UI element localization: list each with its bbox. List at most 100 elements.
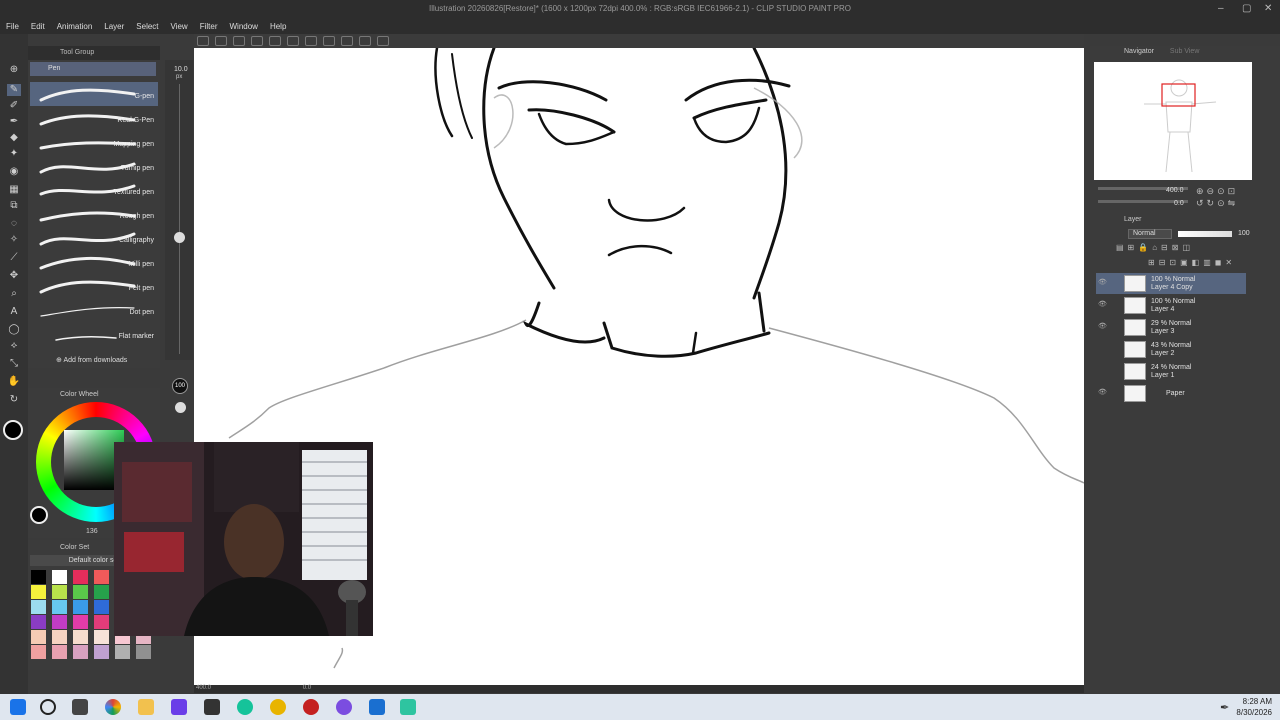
layer-tab[interactable]: Layer bbox=[1124, 216, 1142, 223]
menu-file[interactable]: File bbox=[6, 22, 19, 31]
layer-visibility-icon[interactable]: 👁 bbox=[1098, 300, 1107, 308]
color-swatch[interactable] bbox=[94, 585, 109, 599]
color-swatch[interactable] bbox=[73, 645, 88, 659]
pen-tray-icon[interactable]: ✒ bbox=[1220, 701, 1229, 714]
add-from-downloads-button[interactable]: ⊕ Add from downloads bbox=[56, 356, 127, 364]
ruler-tool-icon[interactable]: ⟡ bbox=[7, 340, 21, 352]
transform-icon[interactable] bbox=[323, 36, 335, 46]
menu-select[interactable]: Select bbox=[136, 22, 158, 31]
brush-item[interactable]: G-pen bbox=[30, 82, 158, 106]
layer-row[interactable]: 👁 Paper bbox=[1096, 383, 1246, 404]
color-swatch[interactable] bbox=[136, 645, 151, 659]
brush-size-track[interactable] bbox=[179, 84, 180, 354]
pen-tool-icon[interactable]: ✎ bbox=[7, 84, 21, 96]
color-swatch[interactable] bbox=[115, 645, 130, 659]
gradient-tool-icon[interactable]: ▦ bbox=[7, 184, 21, 196]
open-icon[interactable] bbox=[215, 36, 227, 46]
ruler-icon[interactable] bbox=[377, 36, 389, 46]
clear-icon[interactable] bbox=[287, 36, 299, 46]
status-angle[interactable]: 0.0 bbox=[303, 685, 311, 691]
color-swatch[interactable] bbox=[73, 600, 88, 614]
brush-item[interactable]: Real G-Pen bbox=[30, 106, 158, 130]
color-swatch[interactable] bbox=[31, 630, 46, 644]
menu-layer[interactable]: Layer bbox=[104, 22, 124, 31]
operation-icon[interactable]: ⌕ bbox=[7, 288, 21, 300]
chrome-icon[interactable] bbox=[105, 699, 121, 715]
auto-select-icon[interactable]: ✧ bbox=[7, 234, 21, 246]
brush-item[interactable]: Rough pen bbox=[30, 202, 158, 226]
brush-item[interactable]: Milli pen bbox=[30, 250, 158, 274]
hand-tool-icon[interactable]: ✋ bbox=[7, 376, 21, 388]
color-swatch[interactable] bbox=[31, 600, 46, 614]
opacity-handle[interactable] bbox=[175, 402, 186, 413]
color-swatch[interactable] bbox=[94, 630, 109, 644]
menu-animation[interactable]: Animation bbox=[57, 22, 93, 31]
app-dark-icon[interactable] bbox=[204, 699, 220, 715]
grammarly-icon[interactable] bbox=[237, 699, 253, 715]
layer-row[interactable]: 43 % Normal Layer 2 bbox=[1096, 339, 1246, 360]
minimize-icon[interactable]: – bbox=[1218, 3, 1224, 14]
layer-row[interactable]: 👁 100 % Normal Layer 4 Copy bbox=[1096, 273, 1246, 294]
layer-row[interactable]: 👁 29 % Normal Layer 3 bbox=[1096, 317, 1246, 338]
layer-actions[interactable]: ⊞⊟⊡▣◧▥◼✕ bbox=[1148, 258, 1236, 267]
move-tool-icon[interactable]: ⤡ bbox=[7, 358, 21, 370]
brush-tool-icon[interactable]: ✒ bbox=[7, 116, 21, 128]
layer-opacity-value[interactable]: 100 bbox=[1238, 230, 1250, 237]
app-yellow-icon[interactable] bbox=[270, 699, 286, 715]
brush-item[interactable]: Dot pen bbox=[30, 298, 158, 322]
navigator-tab[interactable]: Navigator bbox=[1124, 48, 1154, 55]
clip-studio-icon[interactable] bbox=[400, 699, 416, 715]
menu-view[interactable]: View bbox=[171, 22, 188, 31]
color-swatch[interactable] bbox=[73, 570, 88, 584]
pen-tab[interactable]: Pen bbox=[30, 62, 156, 76]
balloon-tool-icon[interactable]: ◯ bbox=[7, 324, 21, 336]
eraser-tool-icon[interactable]: ◆ bbox=[7, 132, 21, 144]
status-zoom[interactable]: 400.0 bbox=[196, 685, 211, 691]
menu-filter[interactable]: Filter bbox=[200, 22, 218, 31]
app-blue-icon[interactable] bbox=[369, 699, 385, 715]
color-swatch[interactable] bbox=[94, 600, 109, 614]
blend-tool-icon[interactable]: ✦ bbox=[7, 148, 21, 160]
color-swatch[interactable] bbox=[52, 585, 67, 599]
rotate-tool-icon[interactable]: ↻ bbox=[7, 394, 21, 406]
brush-item[interactable]: Textured pen bbox=[30, 178, 158, 202]
pencil-tool-icon[interactable]: ✐ bbox=[7, 100, 21, 112]
menu-help[interactable]: Help bbox=[270, 22, 286, 31]
windows-start-icon[interactable] bbox=[10, 699, 26, 715]
brush-item[interactable]: Calligraphy bbox=[30, 226, 158, 250]
menu-window[interactable]: Window bbox=[230, 22, 258, 31]
fill-tool-icon[interactable]: ◉ bbox=[7, 166, 21, 178]
text-tool-icon[interactable]: A bbox=[7, 306, 21, 318]
brush-size-handle[interactable] bbox=[174, 232, 185, 243]
color-swatch[interactable] bbox=[94, 615, 109, 629]
color-swatch[interactable] bbox=[52, 645, 67, 659]
subview-tab[interactable]: Sub View bbox=[1170, 48, 1199, 55]
color-swatch[interactable] bbox=[94, 570, 109, 584]
layer-row[interactable]: 24 % Normal Layer 1 bbox=[1096, 361, 1246, 382]
color-swatch[interactable] bbox=[31, 585, 46, 599]
color-swatch[interactable] bbox=[31, 615, 46, 629]
eyedropper-icon[interactable]: ⟋ bbox=[7, 252, 21, 264]
zoom-buttons[interactable]: ⊕⊖⊙⊡ bbox=[1196, 186, 1238, 197]
app-violet-icon[interactable] bbox=[336, 699, 352, 715]
undo-icon[interactable] bbox=[251, 36, 263, 46]
layer-visibility-icon[interactable]: 👁 bbox=[1098, 322, 1107, 330]
app-purple-icon[interactable] bbox=[171, 699, 187, 715]
blend-mode-select[interactable]: Normal bbox=[1128, 229, 1172, 239]
fill-icon[interactable] bbox=[305, 36, 317, 46]
color-swatch[interactable] bbox=[52, 600, 67, 614]
color-swatch[interactable] bbox=[31, 645, 46, 659]
save-icon[interactable] bbox=[233, 36, 245, 46]
layer-opacity-slider[interactable] bbox=[1178, 231, 1232, 237]
brush-item[interactable]: Turnip pen bbox=[30, 154, 158, 178]
main-color-swatch[interactable] bbox=[3, 420, 23, 440]
color-swatch[interactable] bbox=[52, 570, 67, 584]
app-red-icon[interactable] bbox=[303, 699, 319, 715]
brush-item[interactable]: Mapping pen bbox=[30, 130, 158, 154]
system-clock[interactable]: 8:28 AM 8/30/2026 bbox=[1236, 696, 1272, 718]
current-color-swatch[interactable] bbox=[30, 506, 48, 524]
task-view-icon[interactable] bbox=[72, 699, 88, 715]
new-icon[interactable] bbox=[197, 36, 209, 46]
color-swatch[interactable] bbox=[73, 615, 88, 629]
color-swatch[interactable] bbox=[31, 570, 46, 584]
